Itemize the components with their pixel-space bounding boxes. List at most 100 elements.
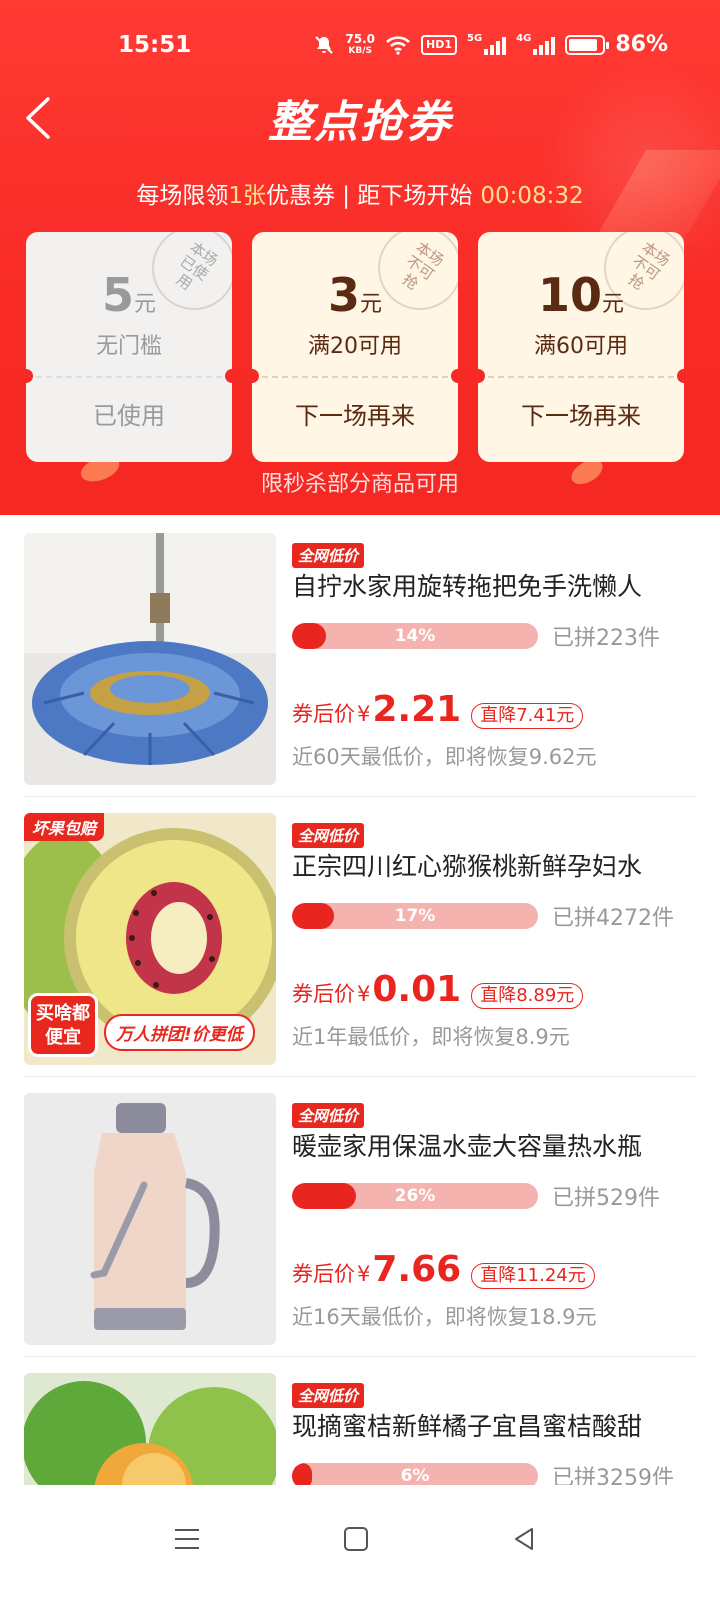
product-list[interactable]: 全网低价 自拧水家用旋转拖把免手洗懒人 14% 已拼223件 券后价 ¥ 2.2… <box>0 515 720 1485</box>
coupon-notch <box>478 369 485 383</box>
lowest-price-tag: 全网低价 <box>292 1103 365 1128</box>
coupon-amount-unit: 元 <box>360 292 383 317</box>
price-row: 券后价 ¥ 7.66 直降11.24元 <box>292 1249 595 1290</box>
lowest-price-tag: 全网低价 <box>292 543 365 568</box>
promo-badge: 买啥都便宜 <box>28 993 98 1057</box>
coupon-card[interactable]: 本场已使用 5元 无门槛 已使用 <box>26 232 232 462</box>
coupon-amount-unit: 元 <box>134 292 157 317</box>
battery-icon <box>565 34 610 55</box>
status-icons: 75.0 KB/S HD1 5G 4G 86% <box>313 32 668 57</box>
product-card[interactable]: 全网低价 自拧水家用旋转拖把免手洗懒人 14% 已拼223件 券后价 ¥ 2.2… <box>24 515 696 797</box>
coupon-notch <box>225 369 232 383</box>
battery-text: 86% <box>615 32 668 57</box>
coupon-amount: 5元 <box>26 268 232 322</box>
status-bar: 15:51 75.0 KB/S HD1 5G 4G 86% <box>0 28 720 68</box>
countdown-timer: 00:08:32 <box>480 183 584 209</box>
currency-symbol: ¥ <box>357 1262 371 1286</box>
product-title[interactable]: 正宗四川红心猕猴桃新鲜孕妇水 <box>292 847 696 883</box>
coupon-divider <box>26 376 232 378</box>
coupon-condition: 满20可用 <box>308 334 402 359</box>
coupon-notch <box>677 369 684 383</box>
joined-count: 已拼223件 <box>552 626 660 651</box>
coupon-notch <box>451 369 458 383</box>
price-label: 券后价 <box>292 982 355 1006</box>
sim1-tag: 5G <box>466 33 483 44</box>
net-speed-value: 75.0 <box>345 31 375 46</box>
kiwi-image[interactable]: 坏果包赔 买啥都便宜 万人拼团!价更低 <box>24 813 276 1065</box>
sales-progress-text: 26% <box>394 1186 436 1206</box>
product-card[interactable]: 全网低价 暖壶家用保温水壶大容量热水瓶 26% 已拼529件 券后价 ¥ 7.6… <box>24 1075 696 1357</box>
price-drop-badge: 直降8.89元 <box>471 983 584 1009</box>
product-card[interactable]: 坏果包赔 买啥都便宜 万人拼团!价更低 全网低价 正宗四川红心猕猴桃新鲜孕妇水 … <box>24 795 696 1077</box>
sales-progress-bar: 14% <box>292 623 538 649</box>
promo-banner: 万人拼团!价更低 <box>104 1014 255 1051</box>
coupon-amount: 10元 <box>478 268 684 322</box>
subtitle-suffix: 优惠券 | 距下场开始 <box>265 183 473 209</box>
sales-progress-bar: 6% <box>292 1463 538 1485</box>
lowest-price-tag: 全网低价 <box>292 1383 365 1408</box>
coupon-price: 7.66 <box>372 1249 462 1290</box>
coupon-amount-value: 5 <box>101 268 134 322</box>
subtitle: 每场限领1张优惠券 | 距下场开始 00:08:32 <box>0 176 720 210</box>
currency-symbol: ¥ <box>357 982 371 1006</box>
home-icon <box>344 1527 368 1551</box>
price-history: 近1年最低价，即将恢复8.9元 <box>292 1025 570 1049</box>
coupon-action[interactable]: 下一场再来 <box>252 396 458 431</box>
price-history: 近16天最低价，即将恢复18.9元 <box>292 1305 597 1329</box>
header: 15:51 75.0 KB/S HD1 5G 4G 86% 整点抢券 每场限领1… <box>0 0 720 515</box>
signal-4g-icon: 4G <box>516 33 556 55</box>
orange-image[interactable] <box>24 1373 276 1485</box>
status-time: 15:51 <box>118 32 192 58</box>
menu-icon <box>175 1529 199 1549</box>
mute-icon <box>313 34 335 56</box>
price-history: 近60天最低价，即将恢复9.62元 <box>292 745 597 769</box>
image-badge: 坏果包赔 <box>24 813 105 841</box>
product-title[interactable]: 自拧水家用旋转拖把免手洗懒人 <box>292 567 696 603</box>
mop-image[interactable] <box>24 533 276 785</box>
coupon-action[interactable]: 已使用 <box>26 396 232 431</box>
currency-symbol: ¥ <box>357 702 371 726</box>
wifi-icon <box>385 35 411 55</box>
thermos-image[interactable] <box>24 1093 276 1345</box>
sim2-tag: 4G <box>516 33 532 44</box>
coupon-notch <box>252 369 259 383</box>
price-row: 券后价 ¥ 0.01 直降8.89元 <box>292 969 584 1010</box>
subtitle-count: 1张 <box>228 183 266 209</box>
coupon-card[interactable]: 本场不可抢 3元 满20可用 下一场再来 <box>252 232 458 462</box>
joined-count: 已拼529件 <box>552 1186 660 1211</box>
price-label: 券后价 <box>292 702 355 726</box>
coupon-divider <box>252 376 458 378</box>
system-nav-bar <box>0 1485 720 1600</box>
coupon-amount-unit: 元 <box>602 292 625 317</box>
coupon-amount: 3元 <box>252 268 458 322</box>
back-nav-button[interactable] <box>494 1511 554 1567</box>
page-title: 整点抢券 <box>268 97 452 148</box>
net-speed-unit: KB/S <box>348 45 372 56</box>
coupon-price: 2.21 <box>372 689 462 730</box>
product-card[interactable]: 全网低价 现摘蜜桔新鲜橘子宜昌蜜桔酸甜 6% 已拼3259件 <box>24 1355 696 1485</box>
joined-count: 已拼4272件 <box>552 906 674 931</box>
limit-note: 限秒杀部分商品可用 <box>260 472 459 497</box>
coupon-card[interactable]: 本场不可抢 10元 满60可用 下一场再来 <box>478 232 684 462</box>
coupon-amount-value: 10 <box>537 268 602 322</box>
price-drop-badge: 直降7.41元 <box>471 703 584 729</box>
coupon-condition: 无门槛 <box>95 334 162 359</box>
coupon-notch <box>26 369 33 383</box>
product-title[interactable]: 现摘蜜桔新鲜橘子宜昌蜜桔酸甜 <box>292 1407 696 1443</box>
coupon-condition: 满60可用 <box>534 334 628 359</box>
home-button[interactable] <box>326 1511 386 1567</box>
product-title[interactable]: 暖壶家用保温水壶大容量热水瓶 <box>292 1127 696 1163</box>
price-label: 券后价 <box>292 1262 355 1286</box>
net-speed: 75.0 KB/S <box>345 33 375 57</box>
back-triangle-icon <box>515 1528 533 1550</box>
sales-progress-bar: 26% <box>292 1183 538 1209</box>
price-row: 券后价 ¥ 2.21 直降7.41元 <box>292 689 584 730</box>
subtitle-prefix: 每场限领 <box>136 183 229 209</box>
coupon-amount-value: 3 <box>327 268 360 322</box>
sales-progress-text: 17% <box>394 906 436 926</box>
coupon-price: 0.01 <box>372 969 462 1010</box>
coupon-action[interactable]: 下一场再来 <box>478 396 684 431</box>
menu-button[interactable] <box>157 1511 217 1567</box>
signal-5g-icon: 5G <box>466 33 507 55</box>
sales-progress-text: 14% <box>394 626 436 646</box>
